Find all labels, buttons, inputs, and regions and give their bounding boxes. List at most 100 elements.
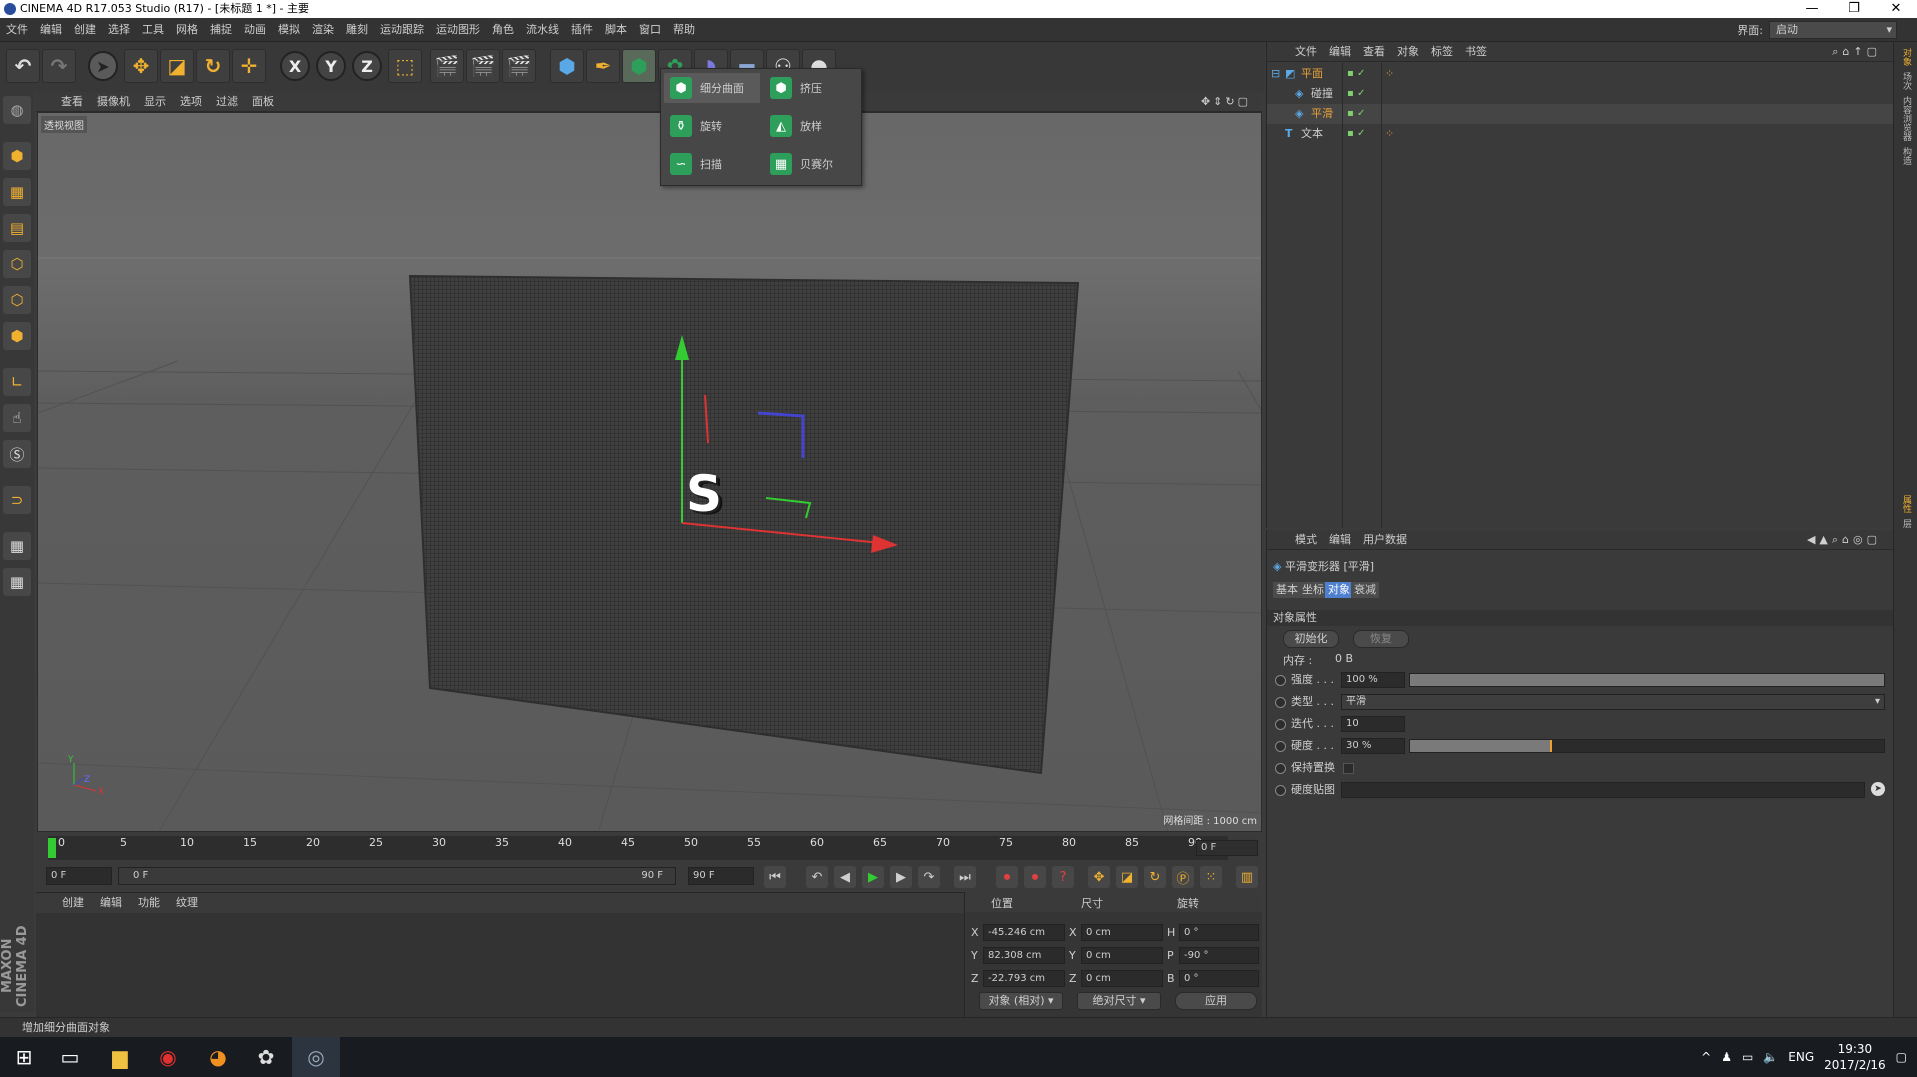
notification-icon[interactable]: ▢ (1896, 1050, 1907, 1064)
key-pla-button[interactable]: ⁙ (1200, 866, 1222, 888)
menu-script[interactable]: 脚本 (599, 18, 633, 42)
menu-motion-tracking[interactable]: 运动跟踪 (374, 18, 430, 42)
viewport-menu-view[interactable]: 查看 (54, 92, 90, 112)
side-tab-attributes[interactable]: 属性 (1900, 495, 1913, 513)
tab-coord[interactable]: 坐标 (1299, 582, 1327, 598)
key-scale-button[interactable]: ◪ (1116, 866, 1138, 888)
initialize-button[interactable]: 初始化 (1283, 630, 1339, 648)
task-view-button[interactable]: ▭ (46, 1037, 94, 1077)
size-z-field[interactable]: 0 cm (1081, 970, 1163, 987)
menu-help[interactable]: 帮助 (667, 18, 701, 42)
layout-dropdown[interactable]: 启动 ▾ (1769, 21, 1897, 39)
timeline[interactable]: 0 5 10 15 20 25 30 35 40 45 50 55 60 65 … (36, 834, 1262, 862)
clock[interactable]: 19:30 2017/2/16 (1824, 1041, 1886, 1073)
size-y-field[interactable]: 0 cm (1081, 947, 1163, 964)
menu-sculpt[interactable]: 雕刻 (340, 18, 374, 42)
restore-button[interactable]: ❐ (1833, 0, 1875, 18)
animate-radio[interactable] (1275, 763, 1286, 774)
side-tab-objects[interactable]: 对象 (1900, 48, 1913, 66)
undo-button[interactable]: ↶ (6, 49, 40, 83)
tab-falloff[interactable]: 衰减 (1351, 582, 1379, 598)
chevron-up-icon[interactable]: ^ (1701, 1050, 1711, 1064)
animate-radio[interactable] (1275, 675, 1286, 686)
magnet-button[interactable]: ⊃ (3, 486, 31, 514)
timeline-window-button[interactable]: ▥ (1236, 866, 1258, 888)
strength-field[interactable]: 100 % (1341, 672, 1405, 688)
position-y-field[interactable]: 82.308 cm (983, 947, 1065, 964)
menu-mograph[interactable]: 运动图形 (430, 18, 486, 42)
visibility-check-icon[interactable]: ▪ ✓ (1347, 104, 1365, 124)
netease-music-button[interactable]: ◉ (144, 1037, 192, 1077)
objects-menu-tags[interactable]: 标签 (1425, 42, 1459, 62)
scale-tool-button[interactable]: ◪ (160, 49, 194, 83)
planar-workplane-button[interactable]: ▦ (3, 568, 31, 596)
viewport-nav-icons[interactable]: ✥⇕↻▢ (1194, 92, 1258, 112)
cube-button[interactable]: ⬢ (550, 49, 584, 83)
previous-frame-button[interactable]: ◀ (834, 866, 856, 888)
animate-radio[interactable] (1275, 741, 1286, 752)
side-tab-takes[interactable]: 场次 (1900, 72, 1913, 90)
start-frame-field[interactable]: 0 F (46, 867, 112, 885)
objects-menu-file[interactable]: 文件 (1289, 42, 1323, 62)
model-mode-button[interactable]: ⬢ (3, 142, 31, 170)
key-parameter-button[interactable]: Ⓟ (1172, 866, 1194, 888)
menu-tools[interactable]: 工具 (136, 18, 170, 42)
material-menu-texture[interactable]: 纹理 (168, 893, 206, 913)
points-mode-button[interactable]: ⬡ (3, 250, 31, 278)
go-to-end-button[interactable]: ⏭ (954, 866, 976, 888)
workplane-mode-button[interactable]: ▤ (3, 214, 31, 242)
volume-icon[interactable]: 🔈 (1763, 1050, 1778, 1064)
attr-menu-edit[interactable]: 编辑 (1323, 530, 1357, 550)
menu-animate[interactable]: 动画 (238, 18, 272, 42)
viewport-menu-options[interactable]: 选项 (173, 92, 209, 112)
object-row-smooth[interactable]: ◈ 平滑 ▪ ✓ (1267, 104, 1894, 124)
expand-icon[interactable]: ⊟ (1271, 64, 1280, 84)
popup-item-subdivision-surface[interactable]: ⬢ 细分曲面 (664, 73, 760, 103)
position-x-field[interactable]: -45.246 cm (983, 924, 1065, 941)
attr-menu-mode[interactable]: 模式 (1289, 530, 1323, 550)
pick-target-icon[interactable]: ➤ (1871, 782, 1885, 796)
visibility-check-icon[interactable]: ▪ ✓ (1347, 64, 1365, 84)
play-button[interactable]: ▶ (862, 866, 884, 888)
perspective-viewport[interactable]: Y X Z S 透视视图 网格间距 : 1000 cm (37, 112, 1262, 832)
cinema4d-taskbar-button[interactable]: ◎ (292, 1037, 340, 1077)
side-tab-layers[interactable]: 层 (1900, 519, 1913, 528)
coordinate-mode-dropdown[interactable]: 对象 (相对) ▾ (979, 992, 1063, 1010)
popup-item-bezier[interactable]: ▦ 贝赛尔 (764, 149, 860, 179)
viewport-menu-display[interactable]: 显示 (137, 92, 173, 112)
menu-pipeline[interactable]: 流水线 (520, 18, 565, 42)
polygons-mode-button[interactable]: ⬢ (3, 322, 31, 350)
popup-item-sweep[interactable]: ∽ 扫描 (664, 149, 760, 179)
objects-menu-edit[interactable]: 编辑 (1323, 42, 1357, 62)
menu-select[interactable]: 选择 (102, 18, 136, 42)
go-to-start-button[interactable]: ⏮ (764, 866, 786, 888)
search-icon[interactable]: ⌕⌂↑▢ (1826, 42, 1887, 62)
rotation-b-field[interactable]: 0 ° (1179, 970, 1259, 987)
select-tool-button[interactable]: ➤ (88, 51, 118, 81)
render-picture-viewer-button[interactable]: 🎬 (466, 49, 500, 83)
stiffness-field[interactable]: 30 % (1341, 738, 1405, 754)
rotate-tool-button[interactable]: ↻ (196, 49, 230, 83)
next-frame-button[interactable]: ▶ (890, 866, 912, 888)
attr-menu-user-data[interactable]: 用户数据 (1357, 530, 1413, 550)
restore-button[interactable]: 恢复 (1353, 630, 1409, 648)
tab-object[interactable]: 对象 (1325, 582, 1353, 598)
autokey-button[interactable]: ⏺ (1024, 866, 1046, 888)
menu-render[interactable]: 渲染 (306, 18, 340, 42)
key-position-button[interactable]: ✥ (1088, 866, 1110, 888)
z-axis-lock-button[interactable]: Z (352, 51, 382, 81)
key-rotation-button[interactable]: ↻ (1144, 866, 1166, 888)
x-axis-lock-button[interactable]: X (280, 51, 310, 81)
keep-replace-checkbox[interactable] (1343, 763, 1354, 774)
side-tab-content-browser[interactable]: 内容浏览器 (1900, 96, 1913, 141)
viewport-menu-filter[interactable]: 过滤 (209, 92, 245, 112)
file-explorer-button[interactable]: ▆ (96, 1037, 144, 1077)
previous-key-button[interactable]: ↶ (806, 866, 828, 888)
timeline-playhead[interactable] (48, 838, 56, 858)
minimize-button[interactable]: — (1791, 0, 1833, 18)
move-tool-button[interactable]: ✥ (124, 49, 158, 83)
menu-simulate[interactable]: 模拟 (272, 18, 306, 42)
visibility-check-icon[interactable]: ▪ ✓ (1347, 84, 1365, 104)
popup-item-lathe[interactable]: ⚱ 旋转 (664, 111, 760, 141)
size-mode-dropdown[interactable]: 绝对尺寸 ▾ (1077, 992, 1161, 1010)
